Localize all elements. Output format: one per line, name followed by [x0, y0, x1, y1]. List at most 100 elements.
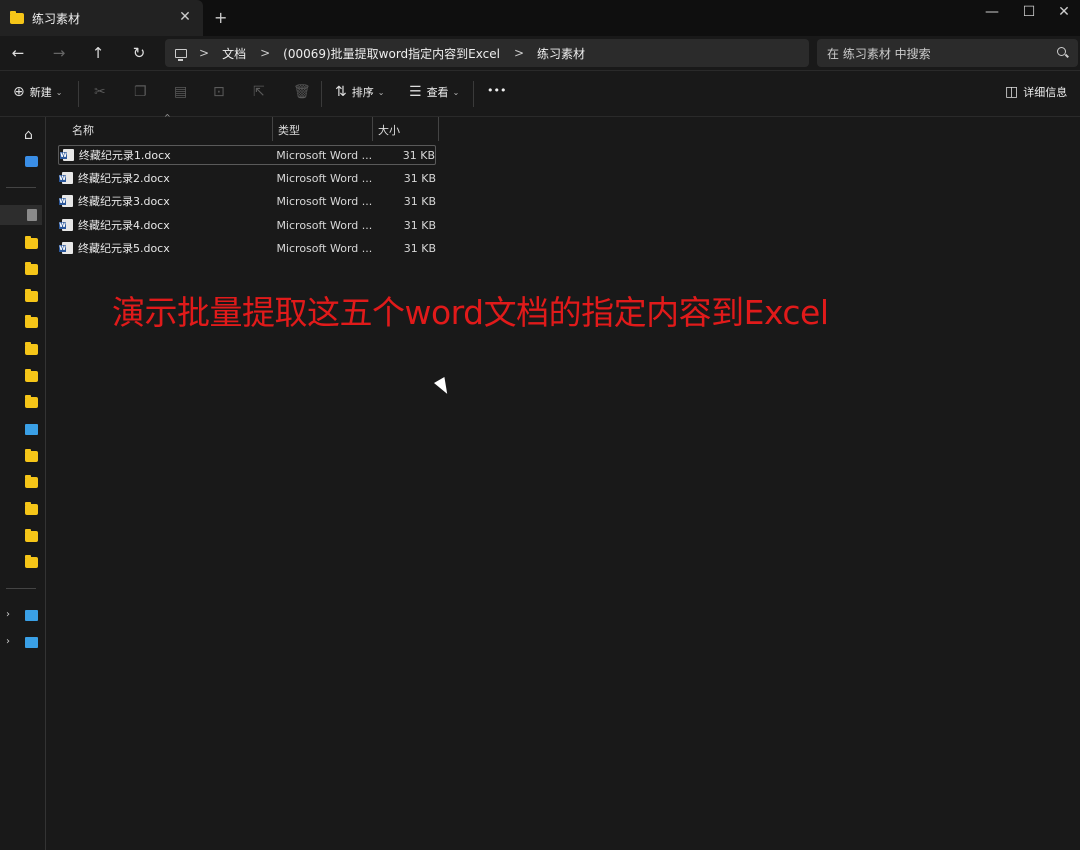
back-button[interactable]: ← [7, 42, 29, 64]
copy-button[interactable]: ❐ [134, 84, 152, 100]
minimize-button[interactable]: — [980, 4, 1004, 20]
folder-icon[interactable] [25, 262, 38, 275]
view-list-icon: ☰ [409, 84, 422, 100]
delete-button[interactable]: 🗑 [293, 84, 316, 100]
folder-icon[interactable] [25, 395, 38, 408]
word-document-icon [59, 195, 73, 207]
documents-icon[interactable] [27, 209, 37, 221]
folder-icon[interactable] [25, 289, 38, 302]
tab-practice-materials[interactable]: 练习素材 ✕ [0, 0, 203, 36]
search-placeholder: 在 练习素材 中搜索 [827, 46, 931, 61]
file-row[interactable]: 终藏纪元录4.docx Microsoft Word ... 31 KB [58, 215, 436, 235]
breadcrumb-separator: > [513, 46, 525, 60]
file-type: Microsoft Word ... [276, 171, 373, 185]
file-row[interactable]: 终藏纪元录1.docx Microsoft Word ... 31 KB [58, 145, 436, 165]
file-row[interactable]: 终藏纪元录5.docx Microsoft Word ... 31 KB [58, 238, 436, 258]
maximize-button[interactable]: ☐ [1017, 4, 1041, 20]
share-button[interactable]: ⇱ [253, 84, 270, 100]
computer-icon [175, 48, 187, 61]
folder-icon[interactable] [25, 475, 38, 488]
view-button[interactable]: ☰ 查看 ⌄ [409, 84, 459, 100]
chevron-down-icon: ⌄ [452, 87, 460, 97]
up-button[interactable]: ↑ [87, 42, 109, 64]
title-bar: 练习素材 ✕ + — ☐ ✕ [0, 0, 1080, 36]
file-type: Microsoft Word ... [276, 194, 373, 208]
forward-button[interactable]: → [48, 42, 70, 64]
toolbar-divider [78, 81, 79, 107]
paste-button[interactable]: ▤ [174, 84, 192, 100]
gallery-icon[interactable] [25, 156, 38, 167]
word-document-icon [59, 172, 73, 184]
search-box[interactable]: 在 练习素材 中搜索 [817, 39, 1078, 67]
word-document-icon [60, 149, 74, 161]
details-pane-icon: ◫ [1005, 84, 1019, 100]
breadcrumb-separator: > [199, 46, 210, 60]
folder-icon[interactable] [25, 449, 38, 462]
new-tab-button[interactable]: + [214, 8, 227, 27]
navigation-pane: ⌂ › › [0, 117, 46, 850]
this-pc-icon[interactable] [25, 610, 38, 621]
column-header-size[interactable]: 大小 [373, 117, 438, 141]
column-header-name[interactable]: 名称 [67, 117, 272, 141]
column-header-type[interactable]: 类型 [273, 117, 373, 141]
cut-button[interactable]: ✂ [94, 84, 111, 100]
breadcrumb-separator: > [260, 46, 271, 60]
refresh-button[interactable]: ↻ [128, 42, 150, 64]
trash-icon: 🗑 [293, 84, 311, 100]
tab-label: 练习素材 [32, 11, 81, 26]
more-options-button[interactable]: ••• [487, 84, 506, 97]
scissors-icon: ✂ [94, 84, 106, 100]
search-icon[interactable] [1057, 47, 1066, 56]
details-pane-button[interactable]: ◫ 详细信息 [1005, 84, 1067, 100]
file-name: 终藏纪元录2.docx [77, 172, 170, 185]
toolbar-divider [473, 81, 474, 107]
address-bar[interactable]: > 文档 > (00069)批量提取word指定内容到Excel > 练习素材 [165, 39, 809, 67]
folder-icon[interactable] [25, 369, 38, 382]
view-label: 查看 [426, 86, 449, 99]
file-name: 终藏纪元录1.docx [78, 149, 171, 162]
overlay-caption: 演示批量提取这五个word文档的指定内容到Excel [112, 293, 829, 332]
folder-icon[interactable] [25, 529, 38, 542]
command-bar: ⊕ 新建 ⌄ ✂ ❐ ▤ ⊡ ⇱ 🗑 ⇅ 排序 ⌄ ☰ 查看 ⌄ ••• ◫ 详… [0, 70, 1080, 117]
file-list: ^ 名称 类型 大小 终藏纪元录1.docx Microsoft Word ..… [47, 113, 1080, 850]
close-tab-icon[interactable]: ✕ [177, 9, 193, 25]
folder-icon[interactable] [25, 555, 38, 568]
folder-icon[interactable] [25, 342, 38, 355]
details-label: 详细信息 [1023, 86, 1068, 99]
expand-chevron-icon[interactable]: › [6, 609, 10, 620]
word-document-icon [59, 219, 73, 231]
file-type: Microsoft Word ... [276, 241, 373, 255]
plus-circle-icon: ⊕ [13, 84, 25, 100]
network-icon[interactable] [25, 637, 38, 648]
expand-chevron-icon[interactable]: › [6, 636, 10, 647]
file-type: Microsoft Word ... [276, 218, 373, 232]
more-dots-icon: ••• [487, 84, 507, 97]
desktop-icon[interactable] [25, 424, 38, 435]
new-button[interactable]: ⊕ 新建 ⌄ [13, 84, 62, 100]
chevron-down-icon: ⌄ [377, 87, 385, 97]
word-document-icon [59, 242, 73, 254]
close-window-button[interactable]: ✕ [1052, 4, 1076, 20]
file-name: 终藏纪元录4.docx [77, 219, 170, 232]
breadcrumb-documents[interactable]: 文档 [222, 45, 246, 62]
breadcrumb-project-folder[interactable]: (00069)批量提取word指定内容到Excel [283, 45, 500, 62]
breadcrumb-current-folder[interactable]: 练习素材 [537, 45, 585, 62]
folder-icon[interactable] [25, 236, 38, 249]
file-size: 31 KB [403, 218, 436, 232]
folder-icon[interactable] [25, 502, 38, 515]
rename-icon: ⊡ [213, 84, 225, 100]
rename-button[interactable]: ⊡ [213, 84, 230, 100]
file-type: Microsoft Word ... [276, 148, 373, 162]
navigation-bar: ← → ↑ ↻ > 文档 > (00069)批量提取word指定内容到Excel… [0, 36, 1080, 70]
file-name: 终藏纪元录3.docx [77, 195, 170, 208]
column-divider[interactable] [438, 117, 439, 141]
sort-button[interactable]: ⇅ 排序 ⌄ [335, 84, 384, 100]
toolbar-divider [321, 81, 322, 107]
file-row[interactable]: 终藏纪元录3.docx Microsoft Word ... 31 KB [58, 191, 436, 211]
file-size: 31 KB [402, 148, 435, 162]
clipboard-icon: ▤ [174, 84, 188, 100]
home-icon[interactable]: ⌂ [24, 128, 38, 142]
file-row[interactable]: 终藏纪元录2.docx Microsoft Word ... 31 KB [58, 168, 436, 188]
share-icon: ⇱ [253, 84, 265, 100]
folder-icon[interactable] [25, 315, 38, 328]
